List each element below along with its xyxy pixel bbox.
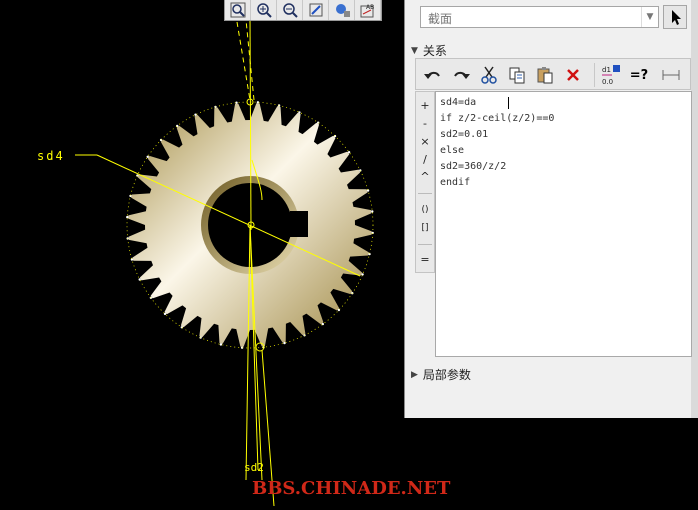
relations-editor-toolbar: d1 0.0 =? xyxy=(415,58,691,90)
operator-power-button[interactable]: ^ xyxy=(416,169,434,185)
operator-brackets-button[interactable]: [] xyxy=(416,220,434,236)
relations-panel: 截面 ▼ ▼ 关系 d1 0.0 =? + - × / ^ () [] = sd… xyxy=(404,0,698,418)
svg-text:0.0: 0.0 xyxy=(602,78,613,86)
measure-icon[interactable] xyxy=(660,64,682,86)
view-toolbar: AB xyxy=(224,0,382,21)
code-line[interactable]: sd2=0.01 xyxy=(440,129,488,140)
orient-icon[interactable] xyxy=(329,0,355,20)
svg-text:d1: d1 xyxy=(602,66,611,74)
operator-plus-button[interactable]: + xyxy=(416,98,434,114)
copy-icon[interactable] xyxy=(506,64,528,86)
pointer-select-button[interactable] xyxy=(663,5,687,29)
undo-icon[interactable] xyxy=(422,64,444,86)
tip-dot xyxy=(219,343,223,346)
relations-section-header[interactable]: ▼ 关系 xyxy=(411,42,447,59)
section-selector[interactable]: 截面 ▼ xyxy=(420,6,659,28)
operator-separator xyxy=(418,193,432,194)
zoom-in-icon[interactable] xyxy=(251,0,277,20)
code-line[interactable]: else xyxy=(440,145,464,156)
gear-keyway xyxy=(290,211,308,237)
watermark: BBS.CHINADE.NET xyxy=(252,478,451,499)
paste-icon[interactable] xyxy=(534,64,556,86)
axis-dash-1 xyxy=(236,21,251,101)
tip-dot xyxy=(235,101,238,104)
relations-editor[interactable]: sd4=da if z/2-ceil(z/2)==0 sd2=0.01 else… xyxy=(435,91,692,357)
operator-parentheses-button[interactable]: () xyxy=(416,202,434,218)
tip-dot xyxy=(283,341,286,345)
delete-icon[interactable] xyxy=(562,64,584,86)
tip-dot xyxy=(146,155,149,158)
toolbar-separator xyxy=(594,63,595,87)
operator-toolbar: + - × / ^ () [] = xyxy=(415,91,435,273)
operator-separator-2 xyxy=(418,244,432,245)
section-selector-value: 截面 xyxy=(428,12,453,26)
relations-title: 关系 xyxy=(422,44,447,58)
tip-dot xyxy=(371,210,374,213)
operator-multiply-button[interactable]: × xyxy=(416,134,434,150)
local-params-title: 局部参数 xyxy=(422,368,471,382)
tip-dot xyxy=(126,215,129,219)
panel-edge-strip xyxy=(691,0,698,418)
collapsed-triangle-icon: ▶ xyxy=(411,369,418,380)
switch-dimensions-icon[interactable]: d1 0.0 xyxy=(600,64,622,86)
sd4-label: sd4 xyxy=(37,149,65,163)
code-line[interactable]: endif xyxy=(440,177,470,188)
local-params-section-header[interactable]: ▶ 局部参数 xyxy=(411,366,471,383)
chevron-down-icon[interactable]: ▼ xyxy=(641,7,658,27)
pointer-icon xyxy=(672,10,681,25)
repaint-icon[interactable] xyxy=(303,0,329,20)
operator-divide-button[interactable]: / xyxy=(416,152,434,168)
redo-icon[interactable] xyxy=(450,64,472,86)
tip-dot xyxy=(347,151,351,154)
evaluate-button[interactable]: =? xyxy=(628,64,650,86)
tip-dot xyxy=(298,111,301,114)
cut-icon[interactable] xyxy=(478,64,500,86)
code-line[interactable]: sd2=360/z/2 xyxy=(440,161,506,172)
tip-dot xyxy=(361,273,364,276)
operator-minus-button[interactable]: - xyxy=(416,116,434,132)
text-caret xyxy=(508,97,509,109)
zoom-fit-icon[interactable] xyxy=(225,0,251,20)
tip-dot xyxy=(136,174,139,177)
zoom-out-icon[interactable] xyxy=(277,0,303,20)
tip-dot xyxy=(194,113,197,116)
annotation-display-icon[interactable]: AB xyxy=(355,0,381,20)
expanded-triangle-icon: ▼ xyxy=(411,45,418,56)
code-line[interactable]: sd4=da xyxy=(440,97,476,108)
sd2-label: sd2 xyxy=(244,461,264,474)
code-line[interactable]: if z/2-ceil(z/2)==0 xyxy=(440,113,554,124)
operator-equals-button[interactable]: = xyxy=(416,252,434,268)
